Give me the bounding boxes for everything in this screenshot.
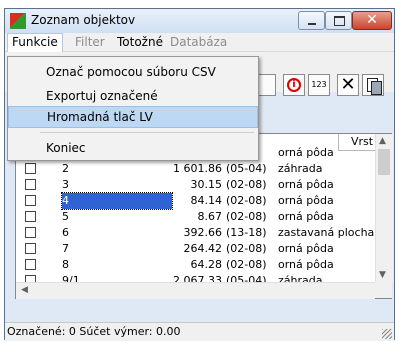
cell-code: (02-08) xyxy=(226,258,267,271)
row-checkbox[interactable] xyxy=(25,243,36,254)
table-row[interactable]: 8 64.28 (02-08) orná pôda xyxy=(16,257,375,273)
delete-button[interactable]: ✕ xyxy=(337,74,359,96)
menu-filter[interactable]: Filter xyxy=(75,35,105,49)
row-checkbox[interactable] xyxy=(25,259,36,270)
cell-type: orná pôda xyxy=(278,242,334,255)
table-row[interactable]: 3 30.15 (02-08) orná pôda xyxy=(16,177,375,193)
info-icon: i xyxy=(287,78,301,92)
menu-bar: Funkcie Filter Totožné Databáza xyxy=(5,33,394,52)
row-checkbox[interactable] xyxy=(25,227,36,238)
menu-databaza[interactable]: Databáza xyxy=(170,35,227,49)
row-checkbox[interactable] xyxy=(25,211,36,222)
status-bar: Označené: 0 Súčet výmer: 0.00 xyxy=(5,322,394,341)
menu-separator xyxy=(40,132,254,133)
app-icon xyxy=(10,13,26,29)
window-title: Zoznam objektov xyxy=(31,13,136,27)
cell-type: záhrada xyxy=(278,162,323,175)
menu-item-koniec[interactable]: Koniec xyxy=(8,137,258,159)
scroll-left-icon[interactable]: ◀ xyxy=(21,285,28,295)
copy-button[interactable] xyxy=(362,74,384,96)
cell-code: (02-08) xyxy=(226,210,267,223)
cell-area: 392.66 xyxy=(183,226,223,239)
delete-icon: ✕ xyxy=(340,74,356,95)
cell-code: (13-18) xyxy=(226,226,267,239)
cell-area: 8.67 xyxy=(197,210,223,223)
table-row[interactable]: 6 392.66 (13-18) zastavaná plocha xyxy=(16,225,375,241)
close-icon: ✕ xyxy=(366,12,378,28)
menu-item-exportuj[interactable]: Exportuj označené xyxy=(8,85,258,107)
table-row[interactable]: 5 8.67 (02-08) orná pôda xyxy=(16,209,375,225)
cell-code: (05-04) xyxy=(226,162,267,175)
scroll-down-icon[interactable]: ▼ xyxy=(379,270,386,280)
menu-funkcie[interactable]: Funkcie xyxy=(7,33,63,52)
cell-area: 64.28 xyxy=(190,258,223,271)
cell-type: orná pôda xyxy=(278,146,334,159)
row-checkbox[interactable] xyxy=(25,179,36,190)
maximize-button[interactable] xyxy=(325,11,352,30)
status-text: Označené: 0 Súčet výmer: 0.00 xyxy=(7,325,181,338)
row-checkbox[interactable] xyxy=(25,163,36,174)
table-row[interactable]: 7 264.42 (02-08) orná pôda xyxy=(16,241,375,257)
cell-area: 1 601.86 xyxy=(173,162,222,175)
cell-code: (02-08) xyxy=(226,178,267,191)
numbering-button[interactable]: 123 xyxy=(308,74,330,96)
info-button[interactable]: i xyxy=(283,74,305,96)
cell-type: orná pôda xyxy=(278,178,334,191)
horizontal-scrollbar[interactable]: ◀ xyxy=(16,282,375,299)
cell-type: orná pôda xyxy=(278,194,334,207)
cell-type: zastavaná plocha xyxy=(278,226,375,239)
cell-area: 84.14 xyxy=(190,194,223,207)
minimize-button[interactable] xyxy=(298,11,325,30)
row-checkbox[interactable] xyxy=(25,195,36,206)
funkcie-dropdown: Označ pomocou súboru CSV Exportuj označe… xyxy=(7,56,259,161)
menu-item-hromadna-tlac[interactable]: Hromadná tlač LV xyxy=(8,106,258,128)
cell-area: 264.42 xyxy=(183,242,223,255)
cell-code: (02-08) xyxy=(226,194,267,207)
title-bar[interactable]: Zoznam objektov ✕ xyxy=(5,9,394,33)
menu-totozne[interactable]: Totožné xyxy=(117,35,163,49)
cell-type: orná pôda xyxy=(278,210,334,223)
scroll-up-icon[interactable]: ▲ xyxy=(379,136,386,146)
scroll-thumb[interactable] xyxy=(378,149,390,175)
resize-grip-icon[interactable] xyxy=(382,329,392,339)
table-row[interactable]: 21 601.86 (05-04) záhrada xyxy=(16,161,375,177)
scroll-corner xyxy=(375,282,392,298)
table-row[interactable]: 4 84.14 (02-08) orná pôda xyxy=(16,192,375,210)
menu-item-oznac-csv[interactable]: Označ pomocou súboru CSV xyxy=(8,61,258,83)
vertical-scrollbar[interactable]: ▲ ▼ xyxy=(375,134,393,282)
cell-type: orná pôda xyxy=(278,258,334,271)
cell-code: (02-08) xyxy=(226,242,267,255)
close-button[interactable]: ✕ xyxy=(352,11,392,30)
cell-area: 30.15 xyxy=(190,178,223,191)
